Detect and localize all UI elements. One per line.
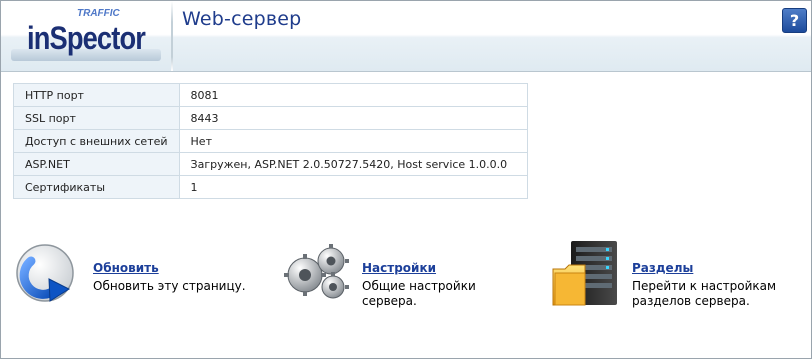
sections-link[interactable]: Разделы — [632, 261, 693, 275]
refresh-arrow-icon[interactable] — [13, 239, 81, 311]
help-button[interactable]: ? — [782, 8, 807, 33]
http-port-label: HTTP порт — [13, 83, 180, 107]
sections-action: Разделы Перейти к настройкам разделов се… — [551, 239, 801, 311]
server-folder-icon[interactable] — [551, 239, 623, 313]
refresh-description: Обновить эту страницу. — [93, 279, 246, 293]
table-row: Доступ с внешних сетей Нет — [13, 129, 529, 153]
gears-icon[interactable] — [283, 239, 353, 311]
settings-description: Общие настройки сервера. — [362, 279, 476, 308]
certificates-label: Сертификаты — [13, 175, 180, 199]
page-title: Web-сервер — [182, 8, 302, 30]
ssl-port-label: SSL порт — [13, 106, 180, 130]
settings-link[interactable]: Настройки — [362, 261, 436, 275]
logo-main-text: inSpector — [27, 20, 145, 56]
http-port-value: 8081 — [178, 83, 529, 107]
certificates-value: 1 — [178, 175, 529, 199]
page-header: TRAFFIC inSpector Web-сервер ? — [1, 1, 811, 72]
logo-traffic-text: TRAFFIC — [77, 8, 121, 19]
table-row: SSL порт 8443 — [13, 106, 529, 130]
table-row: Сертификаты 1 — [13, 175, 529, 199]
external-access-label: Доступ с внешних сетей — [13, 129, 180, 153]
aspnet-label: ASP.NET — [13, 152, 180, 176]
refresh-link[interactable]: Обновить — [93, 261, 159, 275]
header-divider — [171, 1, 173, 71]
traffic-inspector-logo: TRAFFIC inSpector — [1, 1, 169, 71]
aspnet-value: Загружен, ASP.NET 2.0.50727.5420, Host s… — [178, 152, 529, 176]
settings-action: Настройки Общие настройки сервера. — [283, 239, 493, 311]
web-server-page: TRAFFIC inSpector Web-сервер ? HTTP порт… — [0, 0, 812, 359]
sections-description: Перейти к настройкам разделов сервера. — [632, 279, 777, 308]
server-info-table: HTTP порт 8081 SSL порт 8443 Доступ с вн… — [13, 83, 529, 199]
ssl-port-value: 8443 — [178, 106, 529, 130]
table-row: HTTP порт 8081 — [13, 83, 529, 107]
table-row: ASP.NET Загружен, ASP.NET 2.0.50727.5420… — [13, 152, 529, 176]
external-access-value: Нет — [178, 129, 529, 153]
refresh-action: Обновить Обновить эту страницу. — [13, 239, 263, 311]
